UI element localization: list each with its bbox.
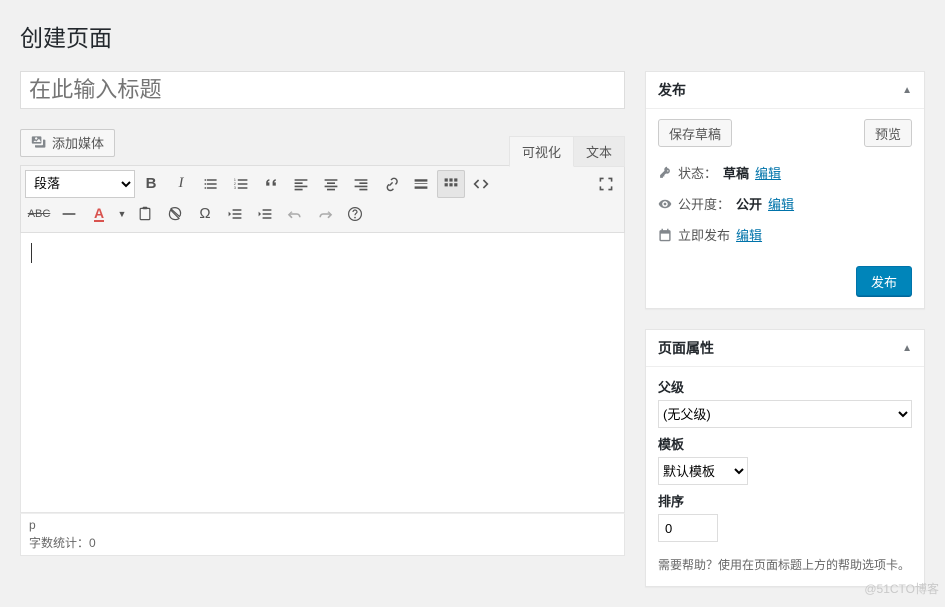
textcolor-dropdown[interactable]: ▼ xyxy=(115,200,129,228)
format-select[interactable]: 段落 xyxy=(25,170,135,198)
align-left-button[interactable] xyxy=(287,170,315,198)
element-path[interactable]: p xyxy=(29,518,616,532)
key-icon xyxy=(658,166,672,180)
tab-text[interactable]: 文本 xyxy=(574,136,625,167)
visibility-value: 公开 xyxy=(736,194,762,213)
editor-toolbar: 段落 B I 123 xyxy=(20,165,625,233)
publish-box-header[interactable]: 发布 ▲ xyxy=(646,72,924,109)
parent-label: 父级 xyxy=(658,377,912,396)
status-row: 状态： 草稿 编辑 xyxy=(658,157,912,188)
word-count-label: 字数统计： xyxy=(29,536,89,550)
page-attributes-box: 页面属性 ▲ 父级 (无父级) 模板 默认模板 排序 需要帮助？使用在页面标题上… xyxy=(645,329,925,587)
help-button[interactable] xyxy=(341,200,369,228)
bold-button[interactable]: B xyxy=(137,170,165,198)
parent-select[interactable]: (无父级) xyxy=(658,400,912,428)
numbered-list-button[interactable]: 123 xyxy=(227,170,255,198)
strikethrough-button[interactable]: ABC xyxy=(25,200,53,228)
text-cursor xyxy=(31,243,32,263)
svg-text:3: 3 xyxy=(234,184,237,189)
word-count-value: 0 xyxy=(89,536,96,550)
template-select[interactable]: 默认模板 xyxy=(658,457,748,485)
schedule-suffix: 发布 xyxy=(704,228,730,243)
order-label: 排序 xyxy=(658,491,912,510)
undo-button[interactable] xyxy=(281,200,309,228)
clear-format-button[interactable] xyxy=(161,200,189,228)
editor-statusbar: p 字数统计：0 xyxy=(20,513,625,556)
align-right-button[interactable] xyxy=(347,170,375,198)
code-button[interactable] xyxy=(467,170,495,198)
title-input[interactable] xyxy=(20,71,625,109)
toggle-icon[interactable]: ▲ xyxy=(902,85,912,96)
toolbar-toggle-button[interactable] xyxy=(437,170,465,198)
calendar-icon xyxy=(658,228,672,242)
outdent-button[interactable] xyxy=(221,200,249,228)
content-editor[interactable] xyxy=(20,233,625,513)
page-title: 创建页面 xyxy=(20,10,925,57)
toggle-icon[interactable]: ▲ xyxy=(902,343,912,354)
status-label: 状态： xyxy=(678,163,717,182)
paste-text-button[interactable] xyxy=(131,200,159,228)
publish-box: 发布 ▲ 保存草稿 预览 状态： 草稿 编辑 xyxy=(645,71,925,309)
fullscreen-button[interactable] xyxy=(592,170,620,198)
redo-button[interactable] xyxy=(311,200,339,228)
status-value: 草稿 xyxy=(723,163,749,182)
title-wrap xyxy=(20,71,625,109)
add-media-button[interactable]: 添加媒体 xyxy=(20,129,115,157)
textcolor-button[interactable]: A xyxy=(85,200,113,228)
add-media-label: 添加媒体 xyxy=(52,133,104,152)
blockquote-button[interactable] xyxy=(257,170,285,198)
schedule-prefix: 立即 xyxy=(678,228,704,243)
edit-visibility-link[interactable]: 编辑 xyxy=(768,194,794,213)
order-input[interactable] xyxy=(658,514,718,542)
eye-icon xyxy=(658,197,672,211)
edit-status-link[interactable]: 编辑 xyxy=(755,163,781,182)
preview-button[interactable]: 预览 xyxy=(864,119,912,147)
bullet-list-button[interactable] xyxy=(197,170,225,198)
editor-tabs: 可视化 文本 xyxy=(509,136,625,167)
visibility-label: 公开度： xyxy=(678,194,730,213)
watermark: @51CTO博客 xyxy=(864,580,939,597)
publish-button[interactable]: 发布 xyxy=(856,266,912,296)
attributes-box-title: 页面属性 xyxy=(658,338,714,358)
specialchar-button[interactable]: Ω xyxy=(191,200,219,228)
editor-wrap: 可视化 文本 段落 B I 123 xyxy=(20,165,625,556)
tab-visual[interactable]: 可视化 xyxy=(509,136,574,167)
align-center-button[interactable] xyxy=(317,170,345,198)
attributes-box-header[interactable]: 页面属性 ▲ xyxy=(646,330,924,367)
schedule-row: 立即发布 编辑 xyxy=(658,219,912,250)
publish-box-title: 发布 xyxy=(658,80,686,100)
visibility-row: 公开度： 公开 编辑 xyxy=(658,188,912,219)
edit-schedule-link[interactable]: 编辑 xyxy=(736,225,762,244)
italic-button[interactable]: I xyxy=(167,170,195,198)
hr-button[interactable] xyxy=(55,200,83,228)
template-label: 模板 xyxy=(658,434,912,453)
attributes-help-text: 需要帮助？使用在页面标题上方的帮助选项卡。 xyxy=(658,556,912,574)
link-button[interactable] xyxy=(377,170,405,198)
save-draft-button[interactable]: 保存草稿 xyxy=(658,119,732,147)
media-icon xyxy=(31,134,47,150)
more-button[interactable] xyxy=(407,170,435,198)
indent-button[interactable] xyxy=(251,200,279,228)
